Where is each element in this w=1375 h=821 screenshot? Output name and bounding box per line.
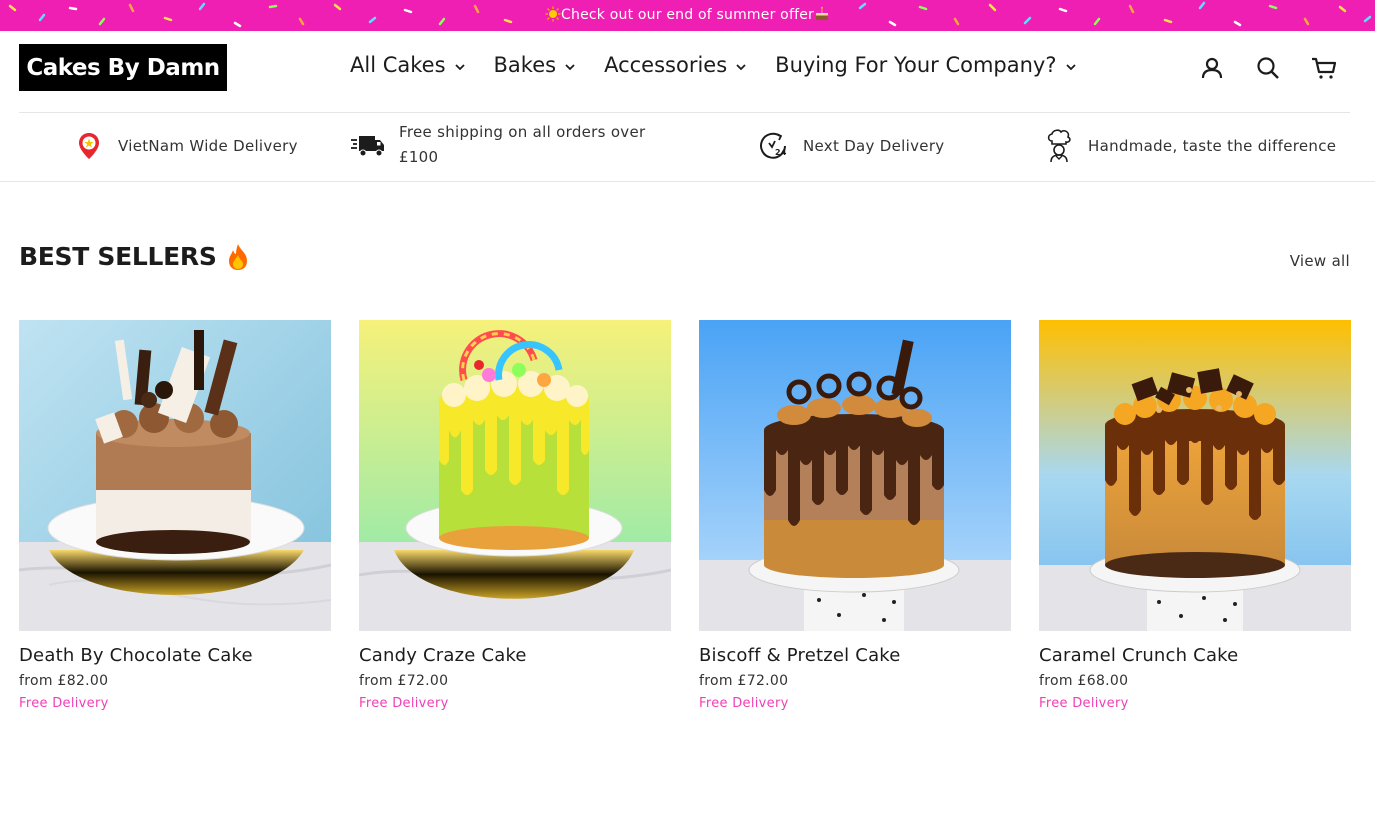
cart-icon[interactable] xyxy=(1311,55,1337,81)
cake-emoji-icon xyxy=(815,6,828,20)
svg-text:24: 24 xyxy=(775,148,787,157)
free-delivery-label: Free Delivery xyxy=(19,696,109,711)
announcement-bar[interactable]: Check out our end of summer offer xyxy=(0,0,1375,31)
chevron-down-icon xyxy=(454,64,465,71)
best-sellers-title: BEST SELLERS xyxy=(19,242,217,271)
best-sellers-heading: BEST SELLERS xyxy=(19,242,251,271)
fire-emoji-icon xyxy=(228,243,247,270)
product-card[interactable]: Candy Craze Cake from £72.00 Free Delive… xyxy=(359,320,671,711)
product-name[interactable]: Biscoff & Pretzel Cake xyxy=(699,645,1011,666)
product-price: from £72.00 xyxy=(699,673,789,689)
nav-label: Accessories xyxy=(604,53,728,77)
benefit-text-line: Free shipping on all orders over xyxy=(399,123,646,141)
header-actions xyxy=(1199,55,1337,81)
product-name[interactable]: Caramel Crunch Cake xyxy=(1039,645,1351,666)
benefits-divider xyxy=(0,181,1375,182)
product-price: from £68.00 xyxy=(1039,673,1129,689)
product-name[interactable]: Death By Chocolate Cake xyxy=(19,645,331,666)
benefit-handmade: Handmade, taste the difference xyxy=(1044,129,1336,163)
nav-label: Buying For Your Company? xyxy=(775,53,1057,77)
benefit-next-day: 24 Next Day Delivery xyxy=(759,131,944,161)
product-price: from £82.00 xyxy=(19,673,109,689)
account-icon[interactable] xyxy=(1199,55,1225,81)
benefit-text: Free shipping on all orders over £100 xyxy=(399,120,645,170)
benefit-free-shipping: Free shipping on all orders over £100 xyxy=(351,120,645,170)
chocolate-cake-illustration xyxy=(19,320,331,631)
nav-label: Bakes xyxy=(493,53,557,77)
main-nav: All Cakes Bakes Accessories Buying For Y… xyxy=(350,53,1105,77)
chevron-down-icon xyxy=(736,64,746,71)
product-price: from £72.00 xyxy=(359,673,449,689)
benefits-strip: VietNam Wide Delivery Free shipping on a… xyxy=(0,113,1375,182)
chevron-down-icon xyxy=(565,64,575,71)
caramel-cake-illustration xyxy=(1039,320,1351,631)
benefit-text: VietNam Wide Delivery xyxy=(118,136,298,155)
announcement-text[interactable]: Check out our end of summer offer xyxy=(561,7,814,23)
free-delivery-label: Free Delivery xyxy=(359,696,449,711)
sun-emoji-icon xyxy=(545,6,561,22)
benefit-text-line: £100 xyxy=(399,148,439,166)
search-icon[interactable] xyxy=(1255,55,1281,81)
product-card[interactable]: Biscoff & Pretzel Cake from £72.00 Free … xyxy=(699,320,1011,711)
product-image[interactable] xyxy=(359,320,671,631)
chef-icon xyxy=(1047,129,1071,163)
announcement-text-wrap[interactable]: Check out our end of summer offer xyxy=(0,6,1375,23)
product-image[interactable] xyxy=(699,320,1011,631)
logo[interactable]: Cakes By Damn xyxy=(19,44,227,91)
product-name[interactable]: Candy Craze Cake xyxy=(359,645,671,666)
nav-buying-for-company[interactable]: Buying For Your Company? xyxy=(775,53,1076,77)
product-grid: Death By Chocolate Cake from £82.00 Free… xyxy=(19,320,1351,711)
clock-24-icon: 24 xyxy=(760,132,787,159)
product-card[interactable]: Death By Chocolate Cake from £82.00 Free… xyxy=(19,320,331,711)
nav-accessories[interactable]: Accessories xyxy=(604,53,747,77)
benefit-text: Handmade, taste the difference xyxy=(1088,136,1337,155)
delivery-truck-icon xyxy=(351,136,384,157)
biscoff-cake-illustration xyxy=(699,320,1011,631)
nav-bakes[interactable]: Bakes xyxy=(494,53,577,77)
nav-all-cakes[interactable]: All Cakes xyxy=(350,53,466,77)
map-pin-icon xyxy=(79,133,99,159)
product-image[interactable] xyxy=(19,320,331,631)
candy-cake-illustration xyxy=(359,320,671,631)
view-all-link[interactable]: View all xyxy=(1290,252,1350,270)
free-delivery-label: Free Delivery xyxy=(1039,696,1129,711)
product-card[interactable]: Caramel Crunch Cake from £68.00 Free Del… xyxy=(1039,320,1351,711)
benefit-delivery-area: VietNam Wide Delivery xyxy=(74,131,298,161)
benefit-text: Next Day Delivery xyxy=(803,136,945,155)
free-delivery-label: Free Delivery xyxy=(699,696,789,711)
chevron-down-icon xyxy=(1065,64,1076,71)
site-header: Cakes By Damn All Cakes Bakes Accessorie… xyxy=(0,31,1375,113)
nav-label: All Cakes xyxy=(350,53,446,77)
product-image[interactable] xyxy=(1039,320,1351,631)
